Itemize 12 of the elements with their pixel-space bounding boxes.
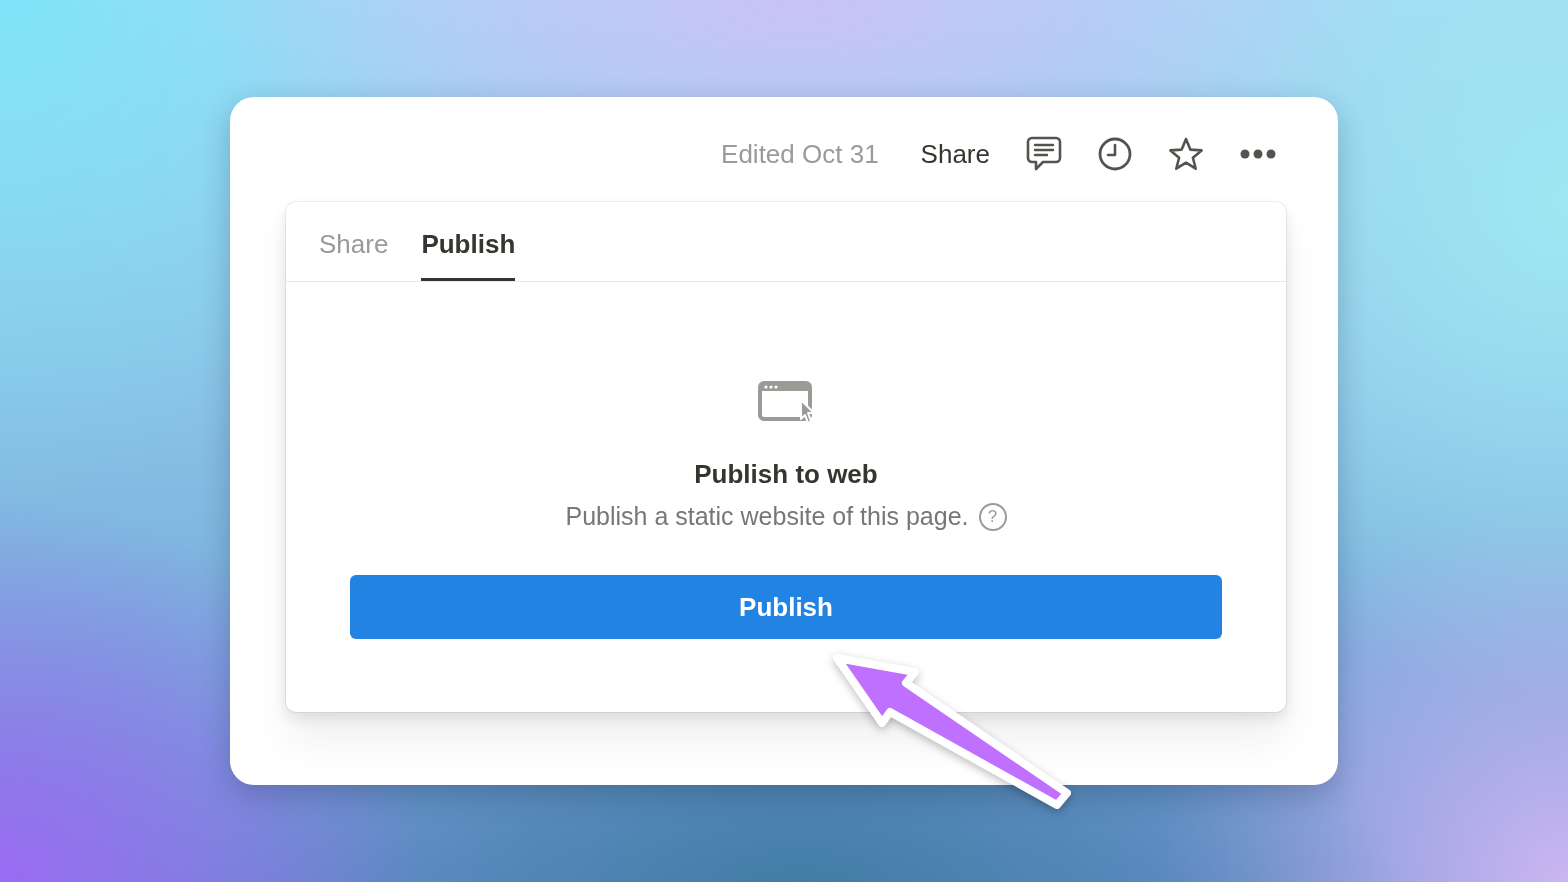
publish-button[interactable]: Publish (350, 575, 1222, 639)
tab[interactable]: Share (319, 202, 389, 281)
edited-date: Edited Oct 31 (721, 138, 879, 170)
more-icon[interactable] (1240, 149, 1276, 159)
star-icon[interactable] (1168, 137, 1204, 171)
comment-icon[interactable] (1026, 136, 1062, 172)
share-button[interactable]: Share (920, 138, 990, 170)
clock-icon[interactable] (1098, 137, 1132, 171)
help-icon[interactable]: ? (978, 502, 1007, 531)
publish-description: Publish a static website of this page. (565, 502, 969, 531)
publish-title: Publish to web (694, 459, 878, 490)
tab[interactable]: Publish (421, 202, 516, 281)
